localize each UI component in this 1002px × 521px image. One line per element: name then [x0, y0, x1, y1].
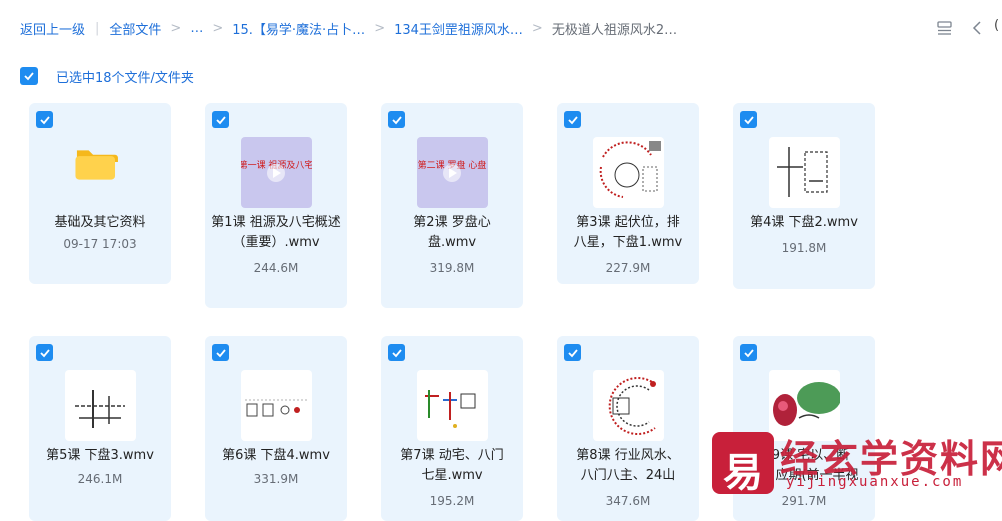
file-name: 第8课 行业风水、八门八主、24山	[576, 448, 680, 483]
video-thumbnail	[593, 370, 664, 441]
file-name: 第7课 动宅、八门七星.wmv	[400, 448, 504, 483]
file-card[interactable]: 基础及其它资料 09-17 17:03	[29, 103, 171, 284]
watermark-logo: 易	[712, 432, 774, 496]
file-name: 第2课 罗盘心盘.wmv	[413, 215, 491, 250]
video-thumbnail	[241, 370, 312, 441]
file-name: 第3课 起伏位，排八星，下盘1.wmv	[573, 215, 683, 250]
file-checkbox[interactable]	[212, 344, 229, 361]
video-thumbnail	[593, 137, 664, 208]
video-thumbnail	[65, 370, 136, 441]
chevron-right-icon: >	[212, 20, 224, 36]
check-icon	[391, 348, 402, 357]
file-name: 第4课 下盘2.wmv	[750, 215, 858, 230]
breadcrumb-ellipsis[interactable]: …	[190, 21, 203, 36]
check-icon	[39, 115, 50, 124]
file-modified-date: 09-17 17:03	[63, 237, 137, 251]
check-icon	[215, 348, 226, 357]
file-checkbox[interactable]	[740, 111, 757, 128]
file-card[interactable]: 第4课 下盘2.wmv 191.8M	[733, 103, 875, 289]
video-thumbnail	[769, 137, 840, 208]
video-thumbnail: 第一课 祖源及八宅	[241, 137, 312, 208]
check-icon	[743, 348, 754, 357]
breadcrumb-divider: |	[95, 20, 100, 36]
check-icon	[39, 348, 50, 357]
file-checkbox[interactable]	[740, 344, 757, 361]
select-all-checkbox[interactable]	[20, 67, 38, 85]
file-checkbox[interactable]	[36, 111, 53, 128]
file-size: 331.9M	[253, 472, 299, 486]
file-checkbox[interactable]	[388, 111, 405, 128]
file-card[interactable]: 第一课 祖源及八宅 第1课 祖源及八宅概述（重要）.wmv 244.6M	[205, 103, 347, 308]
breadcrumb-item-wangjiangang[interactable]: 134王剑罡祖源风水…	[394, 19, 523, 38]
selection-bar: 已选中18个文件/文件夹	[20, 66, 194, 86]
file-card[interactable]: 第7课 动宅、八门七星.wmv 195.2M	[381, 336, 523, 521]
check-icon	[215, 115, 226, 124]
check-icon	[743, 115, 754, 124]
list-view-icon[interactable]	[937, 21, 952, 36]
file-card[interactable]: 第8课 行业风水、八门八主、24山 347.6M	[557, 336, 699, 521]
file-checkbox[interactable]	[36, 344, 53, 361]
file-browser: 返回上一级 | 全部文件 > … > 15.【易学·魔法·占卜… > 134王剑…	[0, 0, 1002, 521]
check-icon	[24, 72, 34, 81]
file-size: 227.9M	[605, 261, 651, 275]
back-link[interactable]: 返回上一级	[20, 19, 85, 38]
file-size: 244.6M	[253, 261, 299, 275]
selection-count: 已选中18个文件/文件夹	[56, 70, 194, 86]
file-size: 195.2M	[429, 494, 475, 508]
file-name: 基础及其它资料	[54, 215, 146, 230]
breadcrumb-current: 无极道人祖源风水2…	[551, 22, 678, 38]
chevron-right-icon: >	[531, 20, 543, 36]
file-card[interactable]: 第5课 下盘3.wmv 246.1M	[29, 336, 171, 521]
file-name: 第5课 下盘3.wmv	[46, 448, 154, 463]
file-checkbox[interactable]	[212, 111, 229, 128]
check-icon	[567, 348, 578, 357]
file-card[interactable]: 第二课 罗盘 心盘 第2课 罗盘心盘.wmv 319.8M	[381, 103, 523, 308]
watermark: 易 经玄学资料网 yijingxuanxue.com	[706, 428, 1002, 521]
watermark-logo-char: 易	[723, 449, 763, 496]
header-cut-text: (	[994, 18, 1000, 33]
file-name: 第6课 下盘4.wmv	[222, 448, 330, 463]
file-size: 347.6M	[605, 494, 651, 508]
watermark-subtitle: yijingxuanxue.com	[786, 474, 964, 490]
file-name: 第1课 祖源及八宅概述（重要）.wmv	[211, 215, 341, 250]
check-icon	[567, 115, 578, 124]
file-size: 319.8M	[429, 261, 475, 275]
folder-icon	[75, 150, 118, 180]
video-thumbnail: 第二课 罗盘 心盘	[417, 137, 488, 208]
chevron-left-icon[interactable]	[972, 20, 982, 36]
chevron-right-icon: >	[374, 20, 386, 36]
check-icon	[391, 115, 402, 124]
chevron-right-icon: >	[170, 20, 182, 36]
file-card[interactable]: 第6课 下盘4.wmv 331.9M	[205, 336, 347, 521]
file-size: 191.8M	[781, 241, 827, 255]
file-size: 246.1M	[77, 472, 123, 486]
video-thumbnail	[417, 370, 488, 441]
file-checkbox[interactable]	[564, 344, 581, 361]
breadcrumb: 返回上一级 | 全部文件 > … > 15.【易学·魔法·占卜… > 134王剑…	[20, 18, 677, 38]
file-checkbox[interactable]	[564, 111, 581, 128]
breadcrumb-item-yixue[interactable]: 15.【易学·魔法·占卜…	[232, 19, 365, 38]
file-card[interactable]: 第3课 起伏位，排八星，下盘1.wmv 227.9M	[557, 103, 699, 284]
breadcrumb-all-files[interactable]: 全部文件	[109, 19, 161, 38]
file-checkbox[interactable]	[388, 344, 405, 361]
